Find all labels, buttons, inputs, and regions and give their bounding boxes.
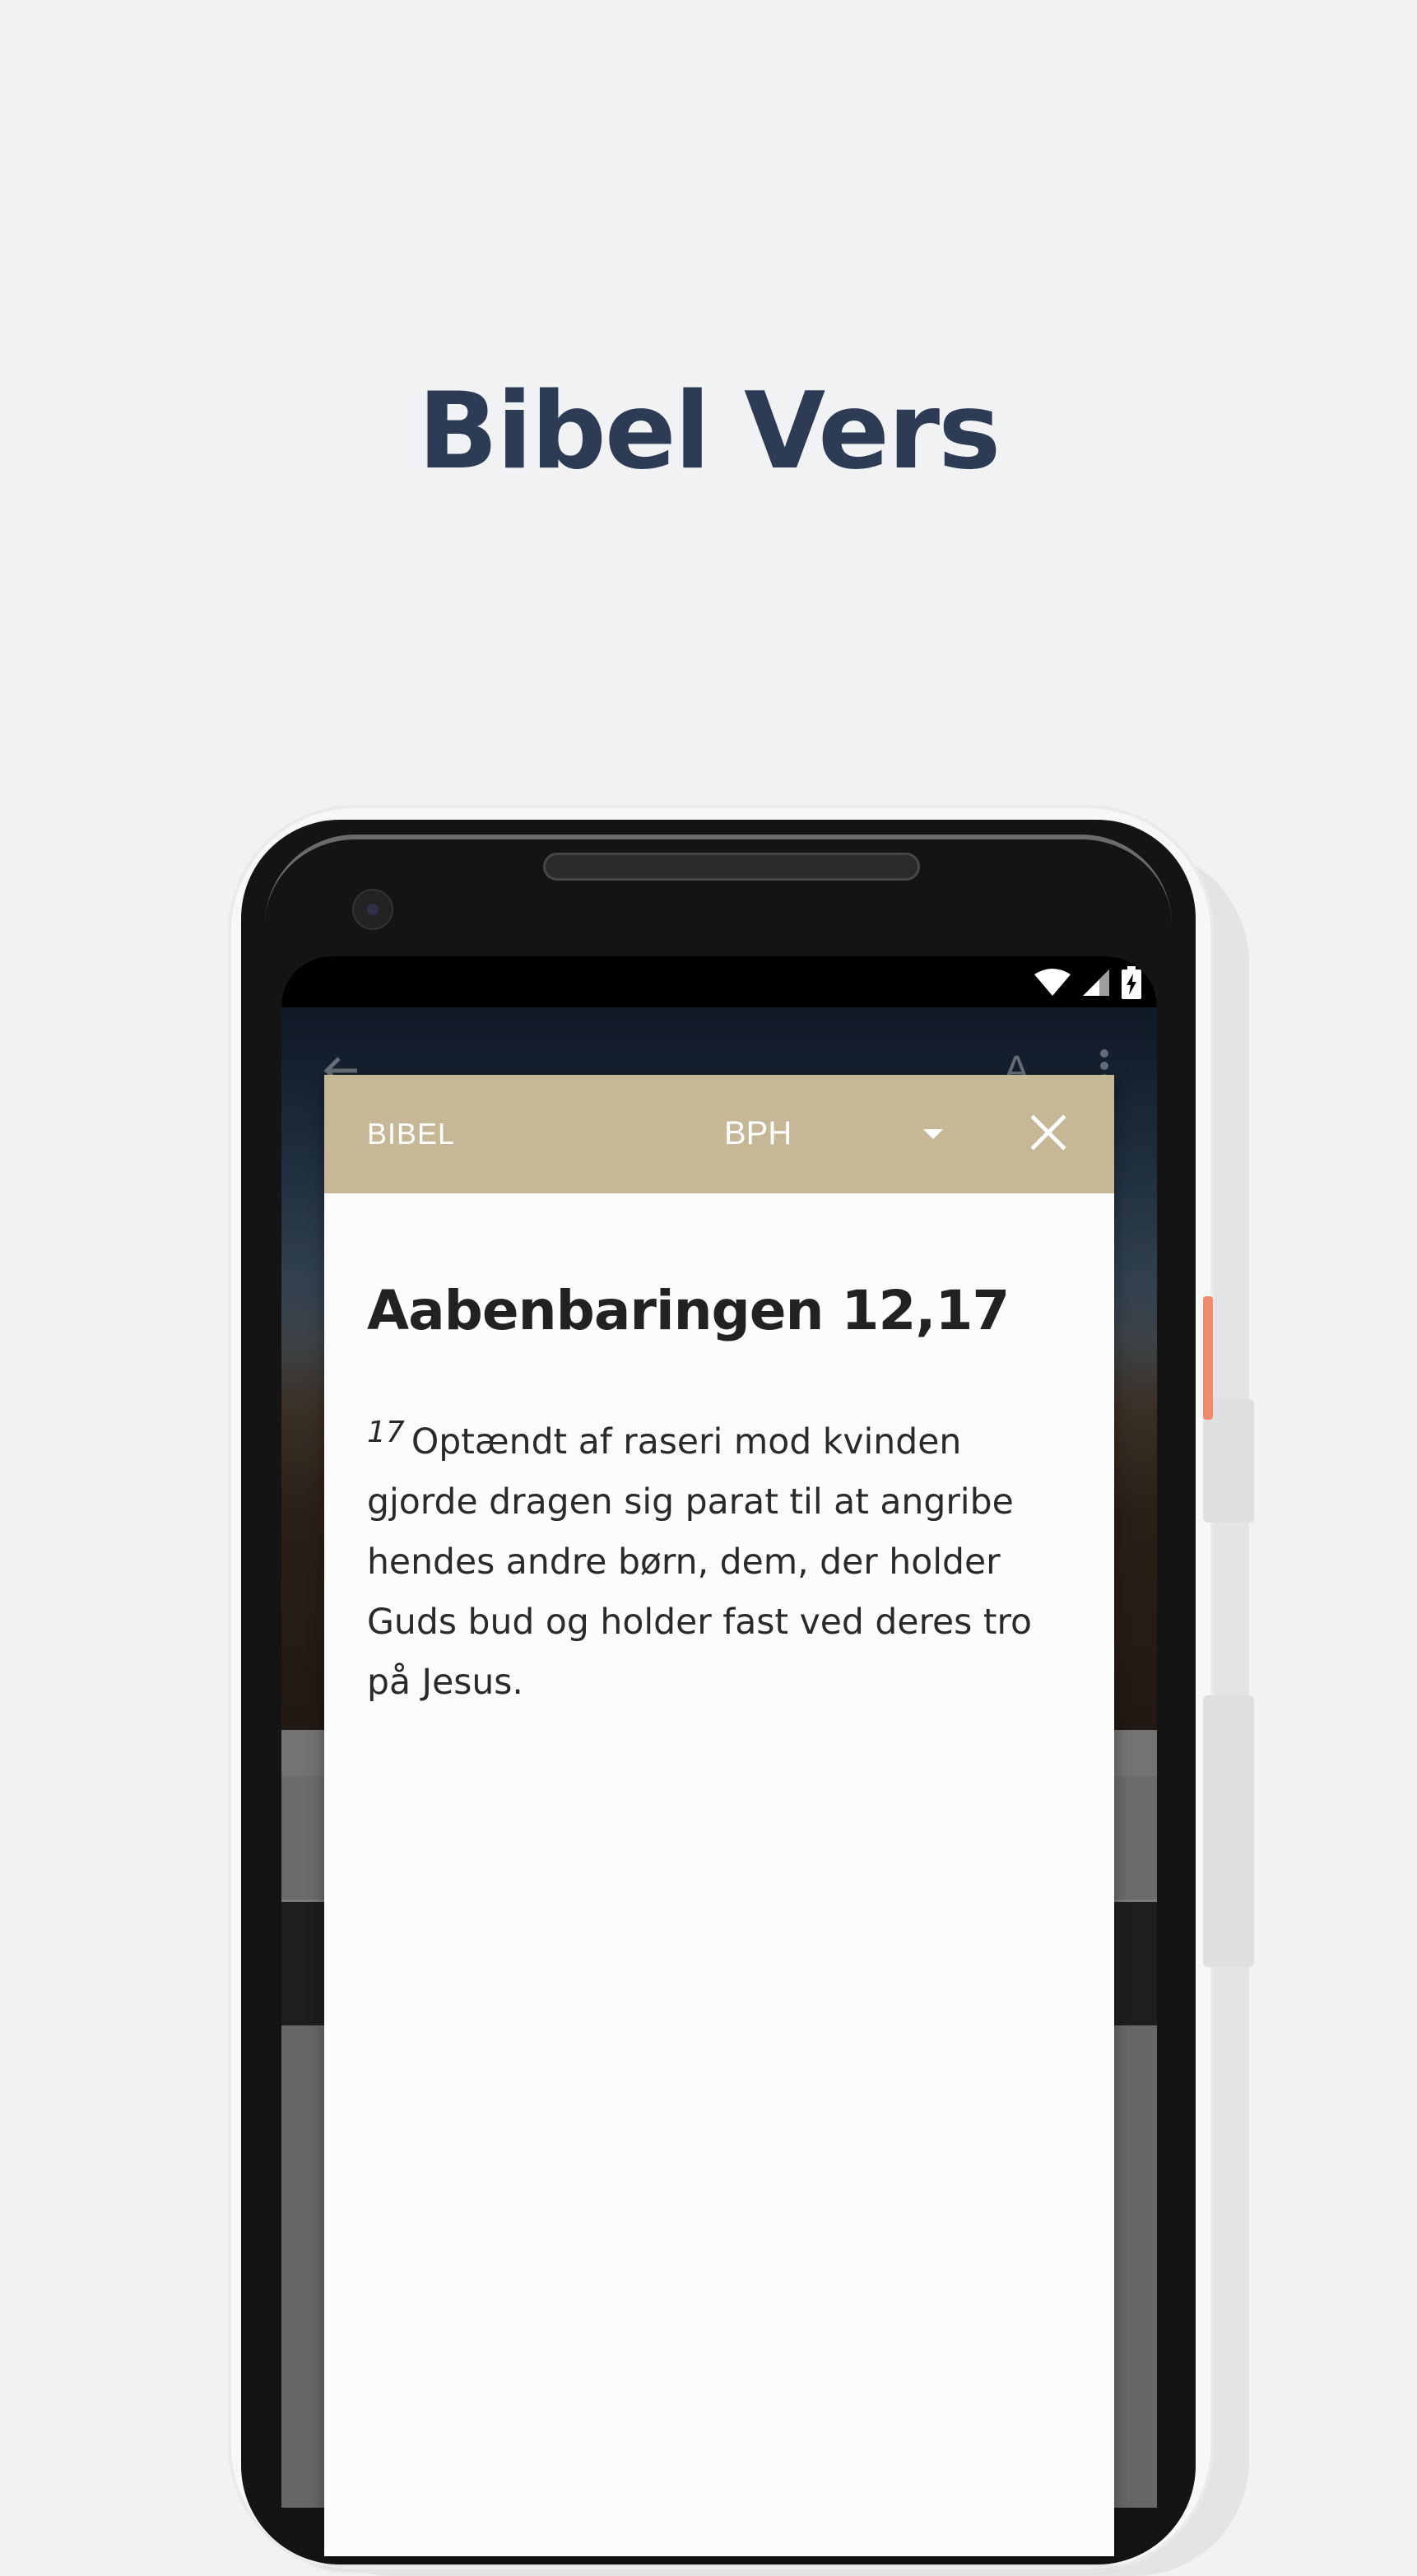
signal-icon (1083, 969, 1109, 996)
phone-side-button (1203, 1695, 1254, 1967)
wifi-icon (1034, 969, 1071, 996)
verse-number: 17 (367, 1416, 405, 1449)
front-camera (352, 889, 393, 930)
dialog-header: BIBEL BPH (324, 1075, 1114, 1193)
dropdown-caret-icon[interactable] (917, 1121, 950, 1146)
close-icon[interactable] (1025, 1109, 1071, 1155)
bible-version-selector[interactable]: BPH (724, 1114, 792, 1152)
battery-charging-icon (1122, 966, 1141, 999)
power-button-accent (1203, 1296, 1213, 1420)
verse-text: Optændt af raseri mod kvinden gjorde dra… (367, 1422, 1033, 1703)
verse-dialog: BIBEL BPH Aabenbaringen 12,17 17 Optændt … (324, 1075, 1114, 2556)
status-icons (1034, 965, 1142, 1001)
verse-text-block: 17 Optændt af raseri mod kvinden gjorde d… (367, 1402, 1075, 1713)
status-bar (281, 956, 1157, 1007)
earpiece-speaker (543, 853, 920, 881)
dialog-label: BIBEL (367, 1117, 456, 1151)
page-headline: Bibel Vers (417, 370, 1001, 493)
verse-reference: Aabenbaringen 12,17 (367, 1279, 1010, 1342)
